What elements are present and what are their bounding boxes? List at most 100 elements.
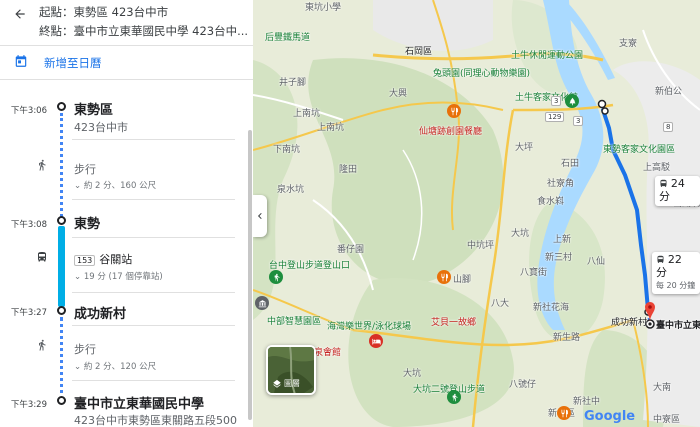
- map-label: 隆田: [339, 165, 358, 175]
- start-stop-title[interactable]: 東勢區: [74, 99, 113, 118]
- divider: [72, 325, 235, 326]
- bus-route-number[interactable]: 153: [74, 255, 96, 266]
- restaurant-icon[interactable]: [447, 104, 461, 118]
- divider: [72, 139, 235, 140]
- end-stop-subtitle: 423台中市東勢區東關路五段500: [74, 414, 237, 427]
- hiking-icon[interactable]: [269, 270, 283, 284]
- walk-2-meta: 約 2 分、120 公尺: [83, 362, 157, 372]
- hotel-icon[interactable]: [369, 334, 383, 348]
- map-label: 八大: [491, 299, 510, 309]
- map-label: 新社花海: [533, 303, 570, 313]
- walk-path-2: [60, 317, 63, 401]
- walk-path-1: [60, 113, 63, 217]
- road-shield: 129: [545, 112, 565, 122]
- map-label: 中坑坪: [467, 241, 495, 251]
- alight-stop-marker: [57, 306, 66, 315]
- bus-meta: 19 分 (17 個停靠站): [83, 272, 163, 282]
- map-label[interactable]: 台中登山步道登山口: [269, 258, 350, 271]
- add-to-calendar-label: 新增至日曆: [44, 56, 102, 70]
- divider: [72, 292, 235, 293]
- map-label[interactable]: 成功新村: [611, 315, 647, 328]
- map-label: 支寮: [619, 39, 638, 49]
- google-logo: Google: [584, 409, 635, 424]
- map-label[interactable]: 兔頭園(同理心動物樂園): [433, 66, 530, 79]
- walk-1-details-toggle[interactable]: ⌄ 約 2 分、160 公尺: [74, 179, 156, 191]
- map-base: [253, 0, 700, 427]
- alight-stop-title[interactable]: 成功新村: [74, 303, 126, 322]
- map-label-destination[interactable]: 臺中市立東: [656, 318, 700, 331]
- bus-icon: [38, 252, 46, 262]
- hiking-icon[interactable]: [447, 390, 461, 404]
- layers-button[interactable]: 圖層: [266, 345, 316, 395]
- map-view[interactable]: 東坑小學 后豐鐵馬道 石岡區 井子腳 大興 下南坑 上南坑 隆田 番仔園 山腳 …: [253, 0, 700, 427]
- walk-icon: [39, 159, 46, 171]
- walk-2-details-toggle[interactable]: ⌄ 約 2 分、120 公尺: [74, 360, 156, 372]
- divider: [72, 237, 235, 238]
- map-label: 新生路: [553, 333, 581, 343]
- map-label: 八寶街: [520, 268, 548, 278]
- google-logo-text: Google: [584, 409, 636, 424]
- map-label: 石岡區: [405, 47, 433, 57]
- map-label: 新伯公: [655, 87, 683, 97]
- start-stop-marker: [57, 102, 66, 111]
- destination-key: 終點：: [39, 24, 74, 38]
- map-label: 大興: [389, 89, 408, 99]
- bus-icon: [660, 179, 667, 187]
- route-duration-box[interactable]: 24 分: [655, 176, 700, 206]
- restaurant-icon[interactable]: [437, 270, 451, 284]
- divider: [72, 380, 235, 381]
- map-label: 山腳: [453, 275, 472, 285]
- calendar-icon: [15, 55, 27, 67]
- walk-1-meta: 約 2 分、160 公尺: [83, 181, 157, 191]
- board-stop-marker: [57, 216, 66, 225]
- map-label: 井子腳: [279, 78, 307, 88]
- start-stop-subtitle: 423台中市: [74, 121, 128, 134]
- map-label[interactable]: 土牛休閒運動公園: [511, 48, 583, 61]
- map-label[interactable]: 海灣樂世界/泳化球場: [327, 319, 411, 332]
- map-label[interactable]: 后豐鐵馬道: [265, 30, 310, 43]
- building-icon[interactable]: [255, 296, 269, 310]
- chevron-down-icon: ⌄: [74, 272, 84, 282]
- map-label: 新三村: [545, 253, 573, 263]
- origin-value: 東勢區 423台中市: [73, 5, 169, 19]
- selected-route-duration-box[interactable]: 22 分 每 20 分鐘: [652, 252, 700, 294]
- map-label: 中寮區: [653, 415, 681, 425]
- map-label: 大坪: [515, 143, 534, 153]
- destination-value: 臺中市立東華國民中學 423台中...: [73, 24, 249, 38]
- map-label: 石田: [561, 159, 580, 169]
- walk-1-label: 步行: [74, 163, 96, 176]
- map-label: 泉水坑: [277, 185, 305, 195]
- route-header: 起點：東勢區 423台中市 終點：臺中市立東華國民中學 423台中...: [0, 0, 253, 46]
- end-stop-title[interactable]: 臺中市立東華國民中學: [74, 393, 204, 412]
- map-label[interactable]: 中部智慧園區: [267, 314, 321, 327]
- collapse-panel-button[interactable]: [253, 195, 267, 237]
- panel-scrollbar[interactable]: [248, 130, 252, 420]
- add-to-calendar-button[interactable]: 新增至日曆: [0, 46, 253, 80]
- map-label: 東坑小學: [305, 3, 342, 13]
- arrow-back-icon: [15, 9, 25, 19]
- board-time: 下午3:08: [10, 220, 47, 230]
- board-stop-title[interactable]: 東勢: [74, 213, 100, 232]
- map-label: 大坑: [403, 369, 422, 379]
- directions-panel: 起點：東勢區 423台中市 終點：臺中市立東華國民中學 423台中... 新增至…: [0, 0, 253, 427]
- road-shield: 8: [663, 122, 674, 132]
- park-icon[interactable]: [565, 94, 579, 108]
- walk-2-label: 步行: [74, 343, 96, 356]
- map-label: 八號仔: [509, 380, 537, 390]
- map-label[interactable]: 艾貝一故鄉: [431, 315, 476, 328]
- map-label: 上南坑: [293, 109, 321, 119]
- chevron-down-icon: ⌄: [74, 362, 84, 372]
- restaurant-icon[interactable]: [557, 406, 571, 420]
- back-button[interactable]: [9, 3, 31, 25]
- map-label[interactable]: 東勢客家文化園區: [603, 142, 675, 155]
- map-label: 大南: [653, 383, 672, 393]
- map-label[interactable]: 仙塘跡創園餐廳: [419, 124, 482, 137]
- bus-stops-toggle[interactable]: ⌄ 19 分 (17 個停靠站): [74, 270, 163, 282]
- layers-icon: [273, 379, 281, 388]
- road-shield: 3: [573, 116, 584, 126]
- start-time: 下午3:06: [10, 106, 47, 116]
- end-stop-marker: [57, 396, 66, 405]
- map-label: 食水嵙: [537, 197, 565, 207]
- transit-steps: 下午3:06 東勢區 423台中市 步行 ⌄ 約 2 分、160 公尺 下午3:…: [0, 80, 248, 427]
- destination-line: 終點：臺中市立東華國民中學 423台中...: [39, 23, 249, 39]
